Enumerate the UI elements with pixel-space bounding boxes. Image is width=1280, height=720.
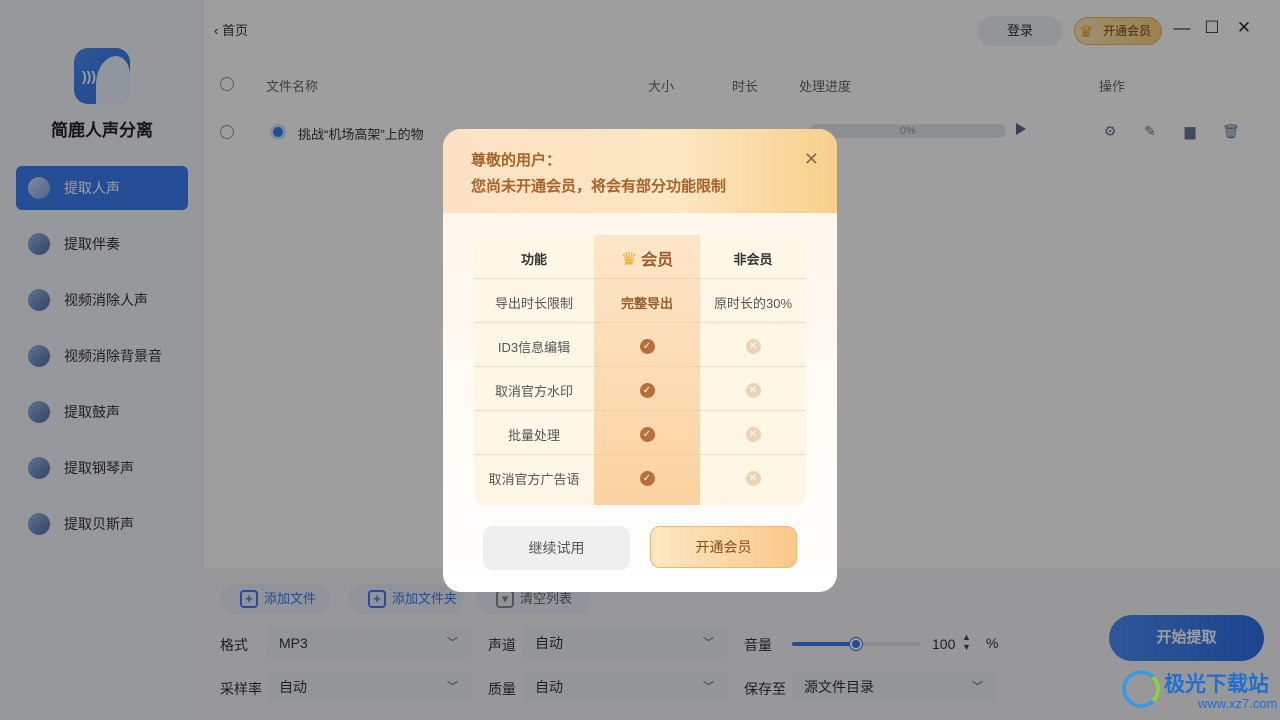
check-icon: ✓ xyxy=(639,339,655,354)
header-vip: ♛ 会员 xyxy=(594,246,700,270)
header-nonvip: 非会员 xyxy=(733,252,773,267)
comparison-row: 取消官方广告语 ✓ ✕ xyxy=(474,455,806,499)
check-icon: ✓ xyxy=(639,427,655,442)
feature-name: 取消官方广告语 xyxy=(488,472,580,487)
check-icon: ✓ xyxy=(639,383,655,398)
cross-icon: ✕ xyxy=(745,427,761,442)
watermark-text: 极光下载站 xyxy=(1164,673,1269,696)
comparison-header: 功能 ♛ 会员 非会员 xyxy=(474,235,806,279)
vip-value: 完整导出 xyxy=(620,296,673,311)
cross-icon: ✕ xyxy=(745,383,761,398)
dialog-title-line1: 尊敬的用户： xyxy=(471,152,562,169)
vip-watermark-graphic xyxy=(503,129,531,212)
dialog-title-line2: 您尚未开通会员，将会有部分功能限制 xyxy=(471,178,727,195)
feature-name: 批量处理 xyxy=(507,428,560,443)
dialog-body: 功能 ♛ 会员 非会员 导出时长限制 完整导出 原时长的30% ID3信息编辑 ✓… xyxy=(443,213,837,592)
header-feature: 功能 xyxy=(520,252,547,267)
open-vip-button[interactable]: 开通会员 xyxy=(650,526,797,568)
crown-icon: ♛ xyxy=(620,249,638,269)
vip-dialog: 尊敬的用户： 您尚未开通会员，将会有部分功能限制 ✕ 功能 ♛ 会员 非会员 导出… xyxy=(443,129,837,592)
cross-icon: ✕ xyxy=(745,339,761,354)
comparison-row: ID3信息编辑 ✓ ✕ xyxy=(474,323,806,367)
feature-name: ID3信息编辑 xyxy=(497,340,571,355)
cross-icon: ✕ xyxy=(745,471,761,486)
comparison-row: 导出时长限制 完整导出 原时长的30% xyxy=(474,279,806,323)
continue-trial-button[interactable]: 继续试用 xyxy=(483,526,630,570)
watermark-url: www.xz7.com xyxy=(1198,696,1278,711)
nonvip-value: 原时长的30% xyxy=(713,296,793,311)
comparison-row: 批量处理 ✓ ✕ xyxy=(474,411,806,455)
comparison-table: 功能 ♛ 会员 非会员 导出时长限制 完整导出 原时长的30% ID3信息编辑 ✓… xyxy=(474,235,806,505)
comparison-row: 取消官方水印 ✓ ✕ xyxy=(474,367,806,411)
header-vip-label: 会员 xyxy=(641,252,674,269)
feature-name: 取消官方水印 xyxy=(494,384,573,399)
watermark-logo-icon xyxy=(1122,670,1160,708)
feature-name: 导出时长限制 xyxy=(494,296,573,311)
site-watermark: 极光下载站 www.xz7.com xyxy=(1120,664,1280,720)
check-icon: ✓ xyxy=(639,471,655,486)
dialog-close-icon[interactable]: ✕ xyxy=(804,149,819,170)
dialog-header: 尊敬的用户： 您尚未开通会员，将会有部分功能限制 ✕ xyxy=(443,129,837,213)
